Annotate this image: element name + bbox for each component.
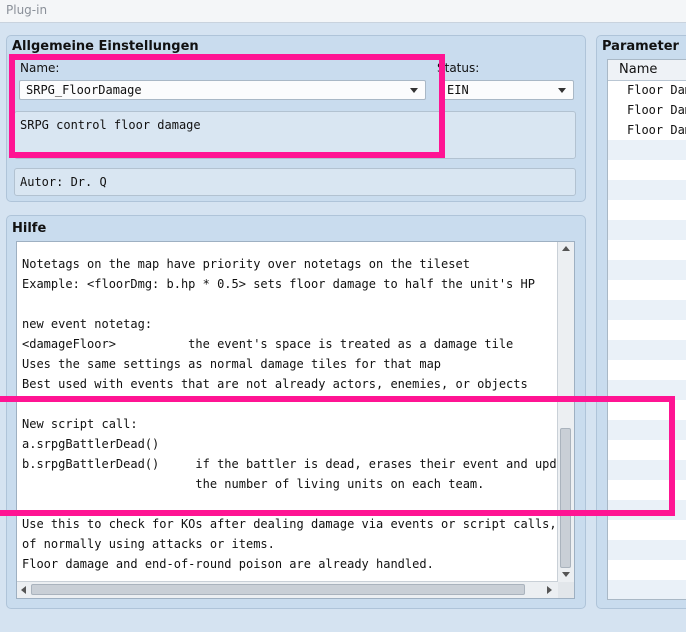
plugin-name-value: SRPG_FloorDamage <box>26 83 142 97</box>
list-stripe <box>608 260 686 280</box>
help-textarea[interactable]: Notetags on the map have priority over n… <box>16 241 575 599</box>
list-stripe <box>608 340 686 360</box>
list-stripe <box>608 140 686 160</box>
author-text: Autor: Dr. Q <box>20 175 107 189</box>
list-stripe <box>608 300 686 320</box>
vertical-scrollbar[interactable] <box>557 242 574 582</box>
plugin-name-select[interactable]: SRPG_FloorDamage <box>19 80 426 100</box>
list-stripe <box>608 460 686 480</box>
list-stripe <box>608 540 686 560</box>
parameter-column-label: Name <box>619 62 658 77</box>
horizontal-scroll-thumb[interactable] <box>31 584 525 595</box>
scroll-right-icon[interactable] <box>547 586 552 594</box>
scroll-left-icon[interactable] <box>21 586 26 594</box>
chevron-down-icon[interactable] <box>410 88 418 93</box>
help-title: Hilfe <box>12 221 47 236</box>
list-stripe <box>608 580 686 599</box>
list-stripe <box>608 500 686 520</box>
parameter-title: Parameter <box>602 39 679 54</box>
description-text: SRPG control floor damage <box>20 118 201 132</box>
window-title: Plug-in <box>6 3 48 17</box>
status-value: EIN <box>447 83 469 97</box>
parameter-list[interactable]: Name Floor Damage Floor Damage Floor Dam… <box>607 59 686 600</box>
description-box: SRPG control floor damage <box>14 111 576 159</box>
help-text: Notetags on the map have priority over n… <box>22 257 574 571</box>
scroll-up-icon[interactable] <box>562 246 570 251</box>
vertical-scroll-thumb[interactable] <box>560 428 571 568</box>
title-bar: Plug-in <box>0 0 686 23</box>
list-stripe <box>608 180 686 200</box>
list-stripe <box>608 380 686 400</box>
scroll-corner <box>558 582 574 598</box>
chevron-down-icon[interactable] <box>558 88 566 93</box>
parameter-item[interactable]: Floor Damage <box>627 103 686 117</box>
name-label: Name: <box>20 61 60 75</box>
status-select[interactable]: EIN <box>440 80 574 100</box>
general-settings-title: Allgemeine Einstellungen <box>12 39 199 54</box>
parameter-item[interactable]: Floor Damage <box>627 83 686 97</box>
parameter-column-header[interactable]: Name <box>608 60 686 81</box>
author-box: Autor: Dr. Q <box>14 168 576 196</box>
status-label: Status: <box>437 61 480 75</box>
horizontal-scrollbar[interactable] <box>17 581 558 598</box>
parameter-item[interactable]: Floor Damage <box>627 123 686 137</box>
scroll-down-icon[interactable] <box>562 572 570 577</box>
list-stripe <box>608 220 686 240</box>
list-stripe <box>608 420 686 440</box>
